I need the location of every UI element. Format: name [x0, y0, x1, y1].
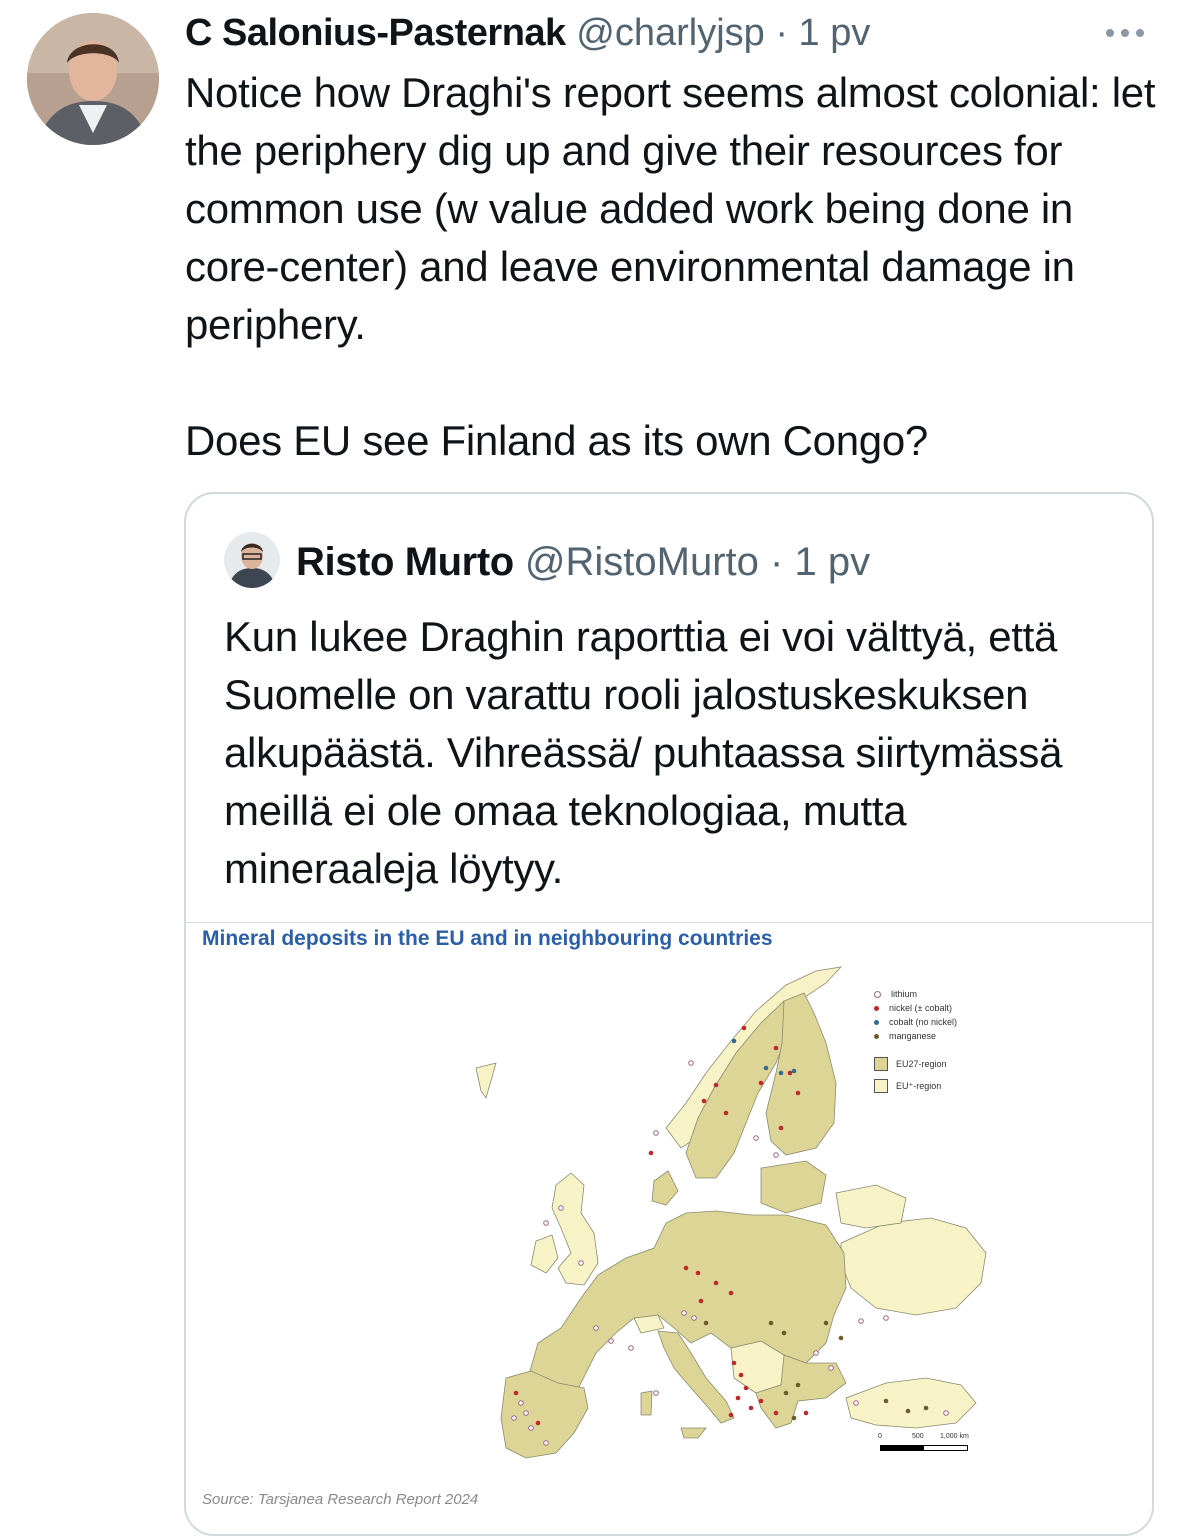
quoted-time[interactable]: 1 pv: [794, 540, 870, 584]
avatar-photo: [27, 13, 159, 145]
map-source: Source: Tarsjanea Research Report 2024: [202, 1491, 479, 1508]
quoted-tweet[interactable]: Risto Murto @RistoMurto · 1 pv Kun lukee…: [184, 492, 1154, 1536]
legend-label: cobalt (no nickel): [889, 1017, 958, 1027]
legend-nickel: nickel (± cobalt): [874, 1001, 957, 1015]
author-avatar[interactable]: [27, 13, 159, 145]
tweet-time[interactable]: 1 pv: [799, 12, 871, 54]
legend-eu27: EU27-region: [874, 1055, 957, 1073]
quoted-avatar-photo: [224, 532, 280, 588]
nickel-marker-icon: [874, 1005, 879, 1011]
quoted-author-name[interactable]: Risto Murto: [296, 540, 514, 584]
scale-zero: 0: [878, 1433, 882, 1440]
eu-plus-swatch: [874, 1079, 888, 1093]
map-legend: lithium nickel (± cobalt) cobalt (no nic…: [874, 987, 957, 1095]
meta-separator: ·: [775, 12, 788, 54]
legend-label: EU⁺-region: [896, 1080, 942, 1091]
legend-label: manganese: [889, 1031, 937, 1041]
manganese-marker-icon: [874, 1033, 879, 1039]
scale-end: 1,000 km: [940, 1433, 969, 1440]
author-name[interactable]: C Salonius-Pasternak: [185, 12, 566, 54]
tweet-text: Notice how Draghi's report seems almost …: [185, 69, 1156, 464]
quoted-header: Risto Murto @RistoMurto · 1 pv: [296, 536, 870, 588]
europe-map: [475, 966, 987, 1459]
legend-cobalt: cobalt (no nickel): [874, 1015, 957, 1029]
quoted-tweet-text: Kun lukee Draghin raporttia ei voi vältt…: [224, 613, 1063, 892]
quoted-author-handle[interactable]: @RistoMurto: [525, 540, 759, 584]
scale-bar-graphic: [880, 1445, 968, 1451]
more-options-button[interactable]: [1100, 18, 1150, 48]
legend-manganese: manganese: [874, 1029, 957, 1043]
author-handle[interactable]: @charlyjsp: [576, 12, 765, 54]
map-scale-bar: 0 500 1,000 km: [878, 1433, 970, 1457]
scale-mid: 500: [912, 1433, 924, 1440]
lithium-marker-icon: [874, 990, 881, 998]
tweet-header: C Salonius-Pasternak @charlyjsp · 1 pv: [185, 8, 870, 58]
legend-label: lithium: [891, 989, 918, 999]
more-horizontal-icon: [1106, 29, 1144, 37]
legend-eu-plus: EU⁺-region: [874, 1077, 957, 1095]
quoted-meta-separator: ·: [770, 540, 784, 584]
quoted-media-image[interactable]: Mineral deposits in the EU and in neighb…: [186, 922, 1152, 1534]
quoted-author-avatar[interactable]: [224, 532, 280, 588]
legend-lithium: lithium: [874, 987, 957, 1001]
legend-label: EU27-region: [896, 1059, 947, 1069]
eu27-swatch: [874, 1057, 888, 1071]
legend-label: nickel (± cobalt): [889, 1003, 952, 1013]
cobalt-marker-icon: [874, 1019, 879, 1025]
